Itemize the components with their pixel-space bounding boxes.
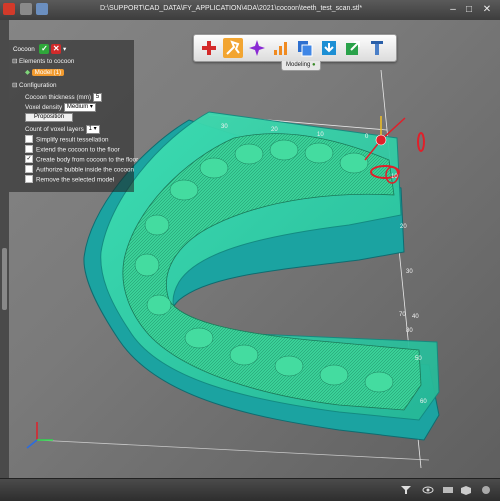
copy-tool-icon[interactable] — [295, 38, 315, 58]
checkbox[interactable] — [25, 175, 33, 183]
ruler-tick-right: 10 — [391, 174, 398, 180]
thickness-row: Cocoon thickness (mm) 5 — [25, 93, 103, 102]
window-title: D:\SUPPORT\CAD_DATA\FY_APPLICATION\4DA\2… — [100, 5, 363, 12]
cancel-button[interactable]: ✕ — [51, 44, 62, 54]
mode-tab[interactable]: Modeling ● — [281, 61, 321, 71]
configuration-header: Configuration — [19, 82, 57, 89]
cocoon-panel: Cocoon ✓ ✕ ▾ ⊟ Elements to cocoon ◆ Mode… — [9, 40, 138, 192]
status-bar — [0, 478, 500, 501]
ruler-tick-right: 40 — [412, 314, 419, 320]
minimize-button[interactable]: – — [446, 3, 460, 16]
ruler-tick-right: 20 — [400, 224, 407, 230]
ruler-tick-right: 30 — [406, 269, 413, 275]
model-tag[interactable]: Model (1) — [31, 69, 65, 76]
save-icon[interactable] — [36, 3, 48, 15]
validate-button[interactable]: ✓ — [39, 44, 50, 54]
option-extend-floor[interactable]: Extend the cocoon to the floor — [25, 145, 120, 154]
floor-line — [35, 439, 430, 461]
cube-view-icon[interactable] — [460, 485, 472, 495]
checkbox[interactable] — [25, 135, 33, 143]
eye-icon[interactable] — [422, 485, 434, 495]
elements-header: Elements to cocoon — [19, 58, 75, 65]
side-panel-handle[interactable] — [2, 248, 7, 310]
measure-tool-icon[interactable] — [367, 38, 387, 58]
collapse-icon[interactable]: ⊟ — [12, 58, 17, 65]
voxel-density-row: Voxel density Medium ▾ — [25, 103, 96, 112]
ruler-tick-top: 10 — [317, 132, 324, 138]
ruler-tick-top: 20 — [271, 127, 278, 133]
checkbox[interactable] — [25, 145, 33, 153]
option-authorize-bubble[interactable]: Authorize bubble inside the cocoon — [25, 165, 134, 174]
panel-title: Cocoon — [13, 46, 35, 53]
thickness-input[interactable]: 5 — [92, 93, 103, 102]
panel-menu-icon[interactable]: ▾ — [63, 46, 66, 53]
option-simplify[interactable]: Simplify result tessellation — [25, 135, 108, 144]
sparkle-tool-icon[interactable] — [247, 38, 267, 58]
maximize-button[interactable]: □ — [462, 3, 476, 16]
proposition-row: Proposition — [25, 113, 74, 122]
model-item[interactable]: ◆ Model (1) — [25, 69, 65, 76]
axis-triad — [26, 422, 53, 449]
model-icon: ◆ — [25, 69, 30, 76]
bar-chart-tool-icon[interactable] — [271, 38, 291, 58]
thickness-label: Cocoon thickness (mm) — [25, 94, 92, 102]
voxel-density-select[interactable]: Medium ▾ — [63, 103, 96, 112]
add-tool-icon[interactable] — [199, 38, 219, 58]
pin-icon[interactable]: ● — [312, 62, 316, 68]
floating-toolbar — [193, 34, 397, 62]
ruler-tick-right: 60 — [420, 399, 427, 405]
voxel-layers-select[interactable]: 1 ▾ — [85, 125, 100, 134]
undo-icon[interactable] — [20, 3, 32, 15]
voxel-layers-row: Count of voxel layers 1 ▾ — [25, 125, 100, 134]
mode-label: Modeling — [286, 62, 311, 68]
ruler-tick-right: 50 — [415, 356, 422, 362]
ruler-tick-top: 30 — [221, 124, 228, 130]
view-options-icon[interactable] — [442, 485, 454, 495]
close-button[interactable]: ✕ — [480, 3, 494, 16]
app-logo-icon[interactable] — [3, 3, 15, 15]
checkbox-checked[interactable]: ✓ — [25, 155, 33, 163]
sculpt-tool-icon[interactable] — [223, 38, 243, 58]
voxel-density-label: Voxel density — [25, 104, 63, 112]
filter-icon[interactable] — [400, 485, 412, 495]
voxel-layers-label: Count of voxel layers — [25, 126, 84, 134]
settings-icon[interactable] — [480, 485, 492, 495]
download-tool-icon[interactable] — [319, 38, 339, 58]
ruler-tick-bottom: 80 — [406, 328, 413, 334]
panel-header: Cocoon ✓ ✕ ▾ — [13, 44, 66, 54]
elements-section[interactable]: ⊟ Elements to cocoon — [12, 58, 74, 65]
option-remove-model[interactable]: Remove the selected model — [25, 175, 114, 184]
configuration-section[interactable]: ⊟ Configuration — [12, 82, 57, 89]
checkbox[interactable] — [25, 165, 33, 173]
ruler-tick-bottom: 70 — [399, 312, 406, 318]
title-bar: D:\SUPPORT\CAD_DATA\FY_APPLICATION\4DA\2… — [0, 0, 500, 21]
option-create-body[interactable]: ✓ Create body from cocoon to the floor — [25, 155, 138, 164]
proposition-button[interactable]: Proposition — [25, 113, 74, 122]
export-tool-icon[interactable] — [343, 38, 363, 58]
collapse-icon[interactable]: ⊟ — [12, 82, 17, 89]
